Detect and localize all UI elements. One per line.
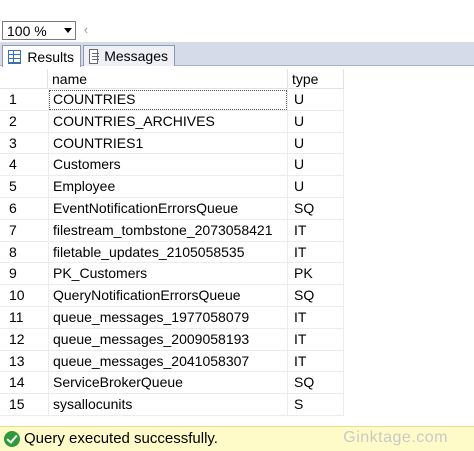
table-row[interactable]: 1 COUNTRIES U <box>0 89 344 111</box>
cell-type[interactable]: SQ <box>288 372 344 395</box>
column-header-type[interactable]: type <box>288 69 344 89</box>
messages-icon <box>89 48 100 64</box>
row-number[interactable]: 13 <box>0 351 48 373</box>
cell-name[interactable]: QueryNotificationErrorsQueue <box>48 285 288 307</box>
cell-type[interactable]: SQ <box>288 197 344 220</box>
zoom-toolbar: 100 % ‹ <box>0 0 474 42</box>
cell-name[interactable]: queue_messages_2009058193 <box>48 328 288 351</box>
cell-name[interactable]: queue_messages_1977058079 <box>48 306 288 329</box>
table-row[interactable]: 2 COUNTRIES_ARCHIVES U <box>0 110 344 133</box>
row-number[interactable]: 12 <box>0 329 48 351</box>
tab-results[interactable]: Results <box>2 45 81 67</box>
table-row[interactable]: 15 sysallocunits S <box>0 394 344 416</box>
row-number[interactable]: 2 <box>0 111 48 133</box>
grid-header-row: name type <box>0 69 344 89</box>
cell-name[interactable]: COUNTRIES1 <box>48 132 288 155</box>
zoom-value: 100 % <box>7 23 47 39</box>
table-row[interactable]: 14 ServiceBrokerQueue SQ <box>0 372 344 395</box>
cell-name[interactable]: queue_messages_2041058307 <box>48 350 288 373</box>
cell-name[interactable]: Customers <box>48 154 288 177</box>
results-grid: name type 1 COUNTRIES U 2 COUNTRIES_ARCHIVES… <box>0 67 474 425</box>
cell-type[interactable]: U <box>288 110 344 133</box>
table-row[interactable]: 9 PK_Customers PK <box>0 263 344 286</box>
status-bar: Query executed successfully. Ginktage.co… <box>0 426 474 451</box>
row-number[interactable]: 5 <box>0 176 48 198</box>
cell-name[interactable]: EventNotificationErrorsQueue <box>48 197 288 220</box>
cell-type[interactable]: PK <box>288 263 344 286</box>
grid-rows: 1 COUNTRIES U 2 COUNTRIES_ARCHIVES U 3 COUNTRIE… <box>0 89 344 416</box>
row-number[interactable]: 14 <box>0 372 48 395</box>
cell-name[interactable]: COUNTRIES_ARCHIVES <box>48 110 288 133</box>
row-number[interactable]: 6 <box>0 198 48 220</box>
row-number[interactable]: 9 <box>0 263 48 286</box>
table-row[interactable]: 7 filestream_tombstone_2073058421 IT <box>0 219 344 242</box>
row-number[interactable]: 3 <box>0 133 48 155</box>
zoom-dropdown[interactable]: 100 % <box>2 21 76 40</box>
row-number[interactable]: 15 <box>0 394 48 416</box>
row-number[interactable]: 1 <box>0 89 48 111</box>
scroll-left-icon[interactable]: ‹ <box>80 22 92 38</box>
cell-name[interactable]: filetable_updates_2105058535 <box>48 241 288 264</box>
status-text: Query executed successfully. <box>24 430 218 447</box>
grid-icon <box>8 49 22 64</box>
table-row[interactable]: 8 filetable_updates_2105058535 IT <box>0 241 344 264</box>
cell-type[interactable]: IT <box>288 306 344 329</box>
cell-name[interactable]: Employee <box>48 176 288 198</box>
success-check-icon <box>4 431 20 447</box>
column-header-name[interactable]: name <box>48 69 288 89</box>
cell-type[interactable]: IT <box>288 350 344 373</box>
table-row[interactable]: 3 COUNTRIES1 U <box>0 132 344 155</box>
table-row[interactable]: 10 QueryNotificationErrorsQueue SQ <box>0 285 344 307</box>
row-number[interactable]: 7 <box>0 220 48 242</box>
cell-name[interactable]: filestream_tombstone_2073058421 <box>48 219 288 242</box>
table-row[interactable]: 12 queue_messages_2009058193 IT <box>0 328 344 351</box>
results-tabbar: Results Messages <box>0 42 474 67</box>
tab-results-label: Results <box>27 48 74 65</box>
table-row[interactable]: 5 Employee U <box>0 176 344 198</box>
cell-type[interactable]: IT <box>288 241 344 264</box>
table-row[interactable]: 11 queue_messages_1977058079 IT <box>0 306 344 329</box>
cell-type[interactable]: U <box>288 89 344 111</box>
row-number[interactable]: 10 <box>0 285 48 307</box>
table-row[interactable]: 6 EventNotificationErrorsQueue SQ <box>0 197 344 220</box>
cell-type[interactable]: IT <box>288 219 344 242</box>
cell-type[interactable]: U <box>288 132 344 155</box>
cell-name[interactable]: PK_Customers <box>48 263 288 286</box>
tab-messages[interactable]: Messages <box>83 45 175 66</box>
watermark-text: Ginktage.com <box>343 429 448 446</box>
cell-type[interactable]: S <box>288 394 344 416</box>
table-row[interactable]: 4 Customers U <box>0 154 344 177</box>
row-number[interactable]: 11 <box>0 307 48 329</box>
cell-type[interactable]: U <box>288 176 344 198</box>
row-number[interactable]: 8 <box>0 242 48 264</box>
cell-name[interactable]: sysallocunits <box>48 394 288 416</box>
row-header-corner[interactable] <box>0 69 48 89</box>
cell-type[interactable]: SQ <box>288 285 344 307</box>
tab-messages-label: Messages <box>104 48 168 64</box>
table-row[interactable]: 13 queue_messages_2041058307 IT <box>0 350 344 373</box>
row-number[interactable]: 4 <box>0 154 48 177</box>
cell-type[interactable]: U <box>288 154 344 177</box>
cell-name[interactable]: COUNTRIES <box>48 89 288 111</box>
cell-type[interactable]: IT <box>288 328 344 351</box>
chevron-down-icon <box>64 28 72 33</box>
cell-name[interactable]: ServiceBrokerQueue <box>48 372 288 395</box>
